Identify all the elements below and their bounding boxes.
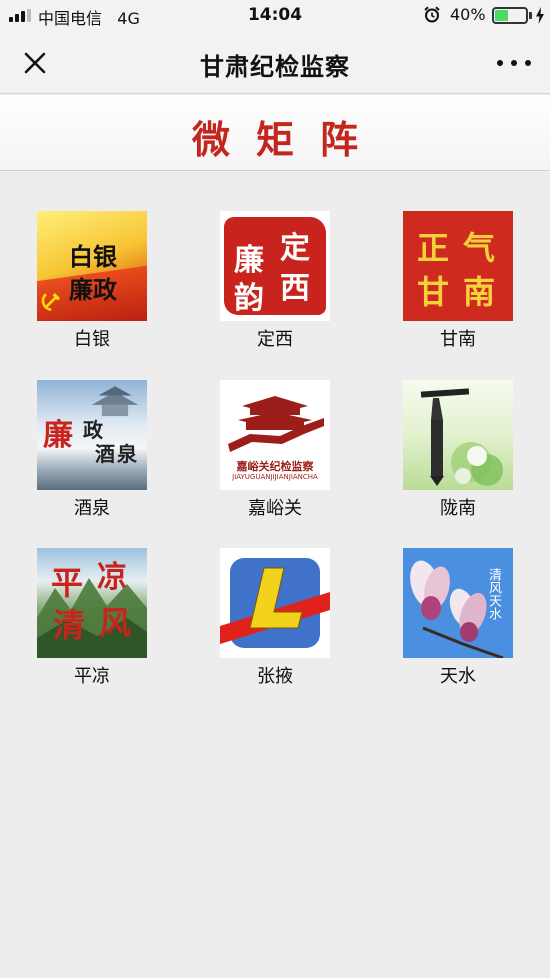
page-title: 甘肃纪检监察 [200, 53, 350, 81]
tile-label: 酒泉 [74, 498, 110, 519]
thumb-text-1: 廉 [43, 418, 73, 453]
thumb-text-3: 甘 [417, 273, 450, 311]
tile-label: 定西 [257, 329, 293, 350]
thumb-text-3: 酒 [95, 442, 115, 466]
more-icon[interactable] [492, 52, 536, 74]
thumb-text-2: JIAYUGUANJIJIANJIANCHA [232, 473, 318, 481]
battery-icon [492, 7, 528, 24]
thumb-text-1: 清风天水 [486, 568, 501, 620]
gate-tower-icon [228, 396, 324, 452]
thumb-text-1: 平 [51, 564, 84, 602]
tile-label: 嘉峪关 [248, 498, 302, 519]
zhangye-logo-icon [220, 558, 330, 648]
tile-label: 陇南 [440, 498, 476, 519]
tile-tianshui[interactable]: 清风天水 天水 [403, 548, 513, 688]
thumb-text-2: 凉 [97, 560, 127, 595]
brush-pen-icon [420, 388, 503, 486]
battery-cap [529, 12, 532, 19]
thumb-text-2: 廉政 [69, 276, 117, 304]
party-emblem-icon [41, 292, 61, 312]
tile-longnan[interactable]: 陇南 [403, 380, 513, 520]
tile-jiayuguan[interactable]: 嘉峪关纪检监察 JIAYUGUANJIJIANJIANCHA 嘉峪关 [220, 380, 330, 520]
jiayuguan-thumbnail: 嘉峪关纪检监察 JIAYUGUANJIJIANJIANCHA [220, 380, 330, 490]
tile-baiyin[interactable]: 白银 廉政 白银 [37, 211, 147, 351]
thumb-text-2: 气 [463, 229, 496, 267]
battery-percent: 40% [450, 5, 486, 24]
banner-title: 微矩阵 [191, 117, 384, 162]
tile-jiuquan[interactable]: 廉 政 酒 泉 酒泉 [37, 380, 147, 520]
thumb-text-1: 正 [417, 229, 450, 267]
tile-gannan[interactable]: 正 气 甘 南 甘南 [403, 211, 513, 351]
thumb-text-1: 白银 [69, 243, 117, 271]
baiyin-thumbnail: 白银 廉政 [37, 211, 147, 321]
tianshui-thumbnail: 清风天水 [403, 548, 513, 658]
gannan-thumbnail: 正 气 甘 南 [403, 211, 513, 321]
tile-dingxi[interactable]: 廉 韵 定 西 定西 [220, 211, 330, 351]
thumb-text-3: 定 [280, 231, 310, 266]
thumb-text-4: 风 [99, 604, 132, 642]
tile-label: 甘南 [440, 329, 476, 350]
nav-bar: 甘肃纪检监察 [0, 30, 550, 94]
alarm-icon [424, 6, 440, 23]
tile-label: 白银 [74, 329, 110, 350]
battery-fill [495, 10, 508, 21]
thumb-text-4: 南 [463, 273, 496, 311]
tile-zhangye[interactable]: 张掖 [220, 548, 330, 688]
jiuquan-thumbnail: 廉 政 酒 泉 [37, 380, 147, 490]
thumb-text-4: 泉 [117, 442, 137, 466]
thumb-text-4: 西 [280, 271, 310, 306]
thumb-text-2: 韵 [234, 281, 264, 316]
longnan-thumbnail [403, 380, 513, 490]
pingliang-thumbnail: 平 凉 清 风 [37, 548, 147, 658]
tile-pingliang[interactable]: 平 凉 清 风 平凉 [37, 548, 147, 688]
zhangye-thumbnail [220, 548, 330, 658]
status-bar: 中国电信 4G 14:04 40% [0, 0, 550, 30]
banner: 微矩阵 [0, 95, 550, 171]
thumb-text-3: 清 [53, 606, 86, 644]
thumb-text-1: 嘉峪关纪检监察 [236, 460, 314, 473]
tile-label: 平凉 [74, 666, 110, 687]
tile-label: 天水 [440, 666, 476, 687]
charging-icon [536, 7, 544, 24]
tile-label: 张掖 [257, 666, 293, 687]
dingxi-thumbnail: 廉 韵 定 西 [220, 211, 330, 321]
